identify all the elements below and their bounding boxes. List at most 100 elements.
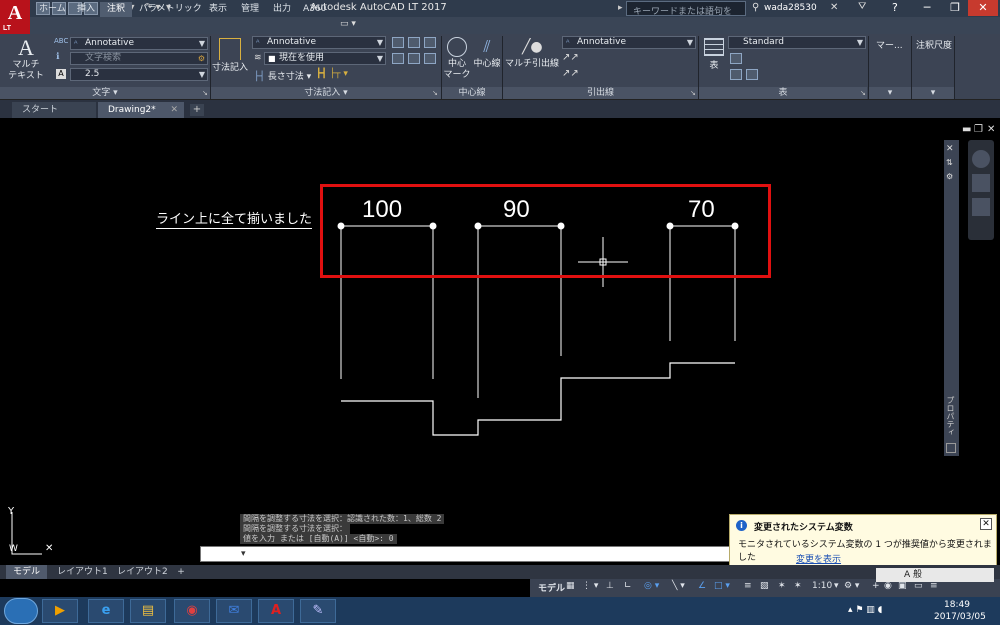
file-explorer-icon[interactable]: ▤ (130, 599, 166, 623)
link-data-icon[interactable] (730, 69, 742, 80)
tab-layout1[interactable]: レイアウト1 (50, 565, 115, 579)
viewport-minimize-icon[interactable]: ▬ (962, 124, 971, 135)
close-icon[interactable]: ✕ (170, 102, 178, 118)
spell-check-icon[interactable]: ABC (54, 37, 68, 45)
tray-icons[interactable]: ▴ ⚑ ▥ ◖ (848, 605, 882, 615)
start-button[interactable] (4, 598, 38, 624)
multileader-button[interactable]: ╱● マルチ引出線 (504, 36, 560, 70)
dim-update-icon[interactable] (424, 53, 436, 64)
viewport-restore-icon[interactable]: ❐ (974, 124, 983, 135)
tab-drawing2[interactable]: Drawing2* ✕ (98, 102, 184, 118)
linear-dimension-button[interactable]: ├┤ 長さ寸法 ▾ (254, 69, 311, 82)
dimension-layer-combo[interactable]: ■ 現在を使用 ▼ (264, 52, 386, 65)
auto-scale-icon[interactable]: ✶ (794, 581, 802, 591)
add-layout-button[interactable]: + (174, 565, 188, 579)
multileader-style-combo[interactable]: ᴬ Annotative ▼ (562, 36, 696, 49)
ortho-icon[interactable]: ∟ (624, 581, 632, 591)
autocad-taskbar-icon[interactable]: A (258, 599, 294, 623)
dimension-panel-label[interactable]: 寸法記入 ▾ (211, 87, 441, 99)
model-space-button[interactable]: モデル (538, 581, 565, 594)
add-icon[interactable]: + (872, 581, 880, 591)
mail-icon[interactable]: ✉ (216, 599, 252, 623)
step-polyline[interactable] (341, 362, 735, 436)
polar-icon[interactable]: ◎ ▾ (644, 581, 659, 591)
dimension-button[interactable]: 寸法記入 (212, 36, 248, 74)
download-data-icon[interactable] (746, 69, 758, 80)
isodraft-icon[interactable]: ╲ ▾ (672, 581, 685, 591)
tab-output[interactable]: 出力 (266, 2, 298, 17)
workspace-gear-icon[interactable]: ⚙ ▾ (844, 581, 859, 591)
new-tab-button[interactable]: + (190, 104, 204, 116)
clock-time[interactable]: 18:49 (944, 600, 970, 610)
zoom-icon[interactable] (972, 198, 990, 216)
find-text-input[interactable]: 文字検索 ⚙ (70, 52, 208, 65)
steering-wheel-icon[interactable] (972, 150, 990, 168)
text-panel-label[interactable]: 文字 ▾ (0, 87, 210, 99)
expand-search-icon[interactable]: ▸ (618, 3, 623, 13)
object-snap-icon[interactable]: □ ▾ (714, 581, 730, 591)
snap-icon[interactable]: ⋮ ▾ (582, 581, 598, 591)
object-snap-tracking-icon[interactable]: ∠ (698, 581, 706, 591)
text-style-combo[interactable]: ᴬ Annotative ▼ (70, 37, 208, 50)
dim-jog-icon[interactable] (408, 53, 420, 64)
panel-launcher-icon[interactable]: ↘ (432, 89, 438, 97)
help-icon[interactable]: ? (892, 1, 898, 14)
palette-close-icon[interactable]: ✕ (946, 144, 954, 154)
isolate-objects-icon[interactable]: ◉ (884, 581, 892, 591)
center-mark-button[interactable]: 中心 マーク (443, 36, 471, 81)
internet-explorer-icon[interactable]: e (88, 599, 124, 623)
tab-start[interactable]: スタート (12, 102, 96, 118)
clock-date[interactable]: 2017/03/05 (934, 612, 986, 622)
palette-autohide-icon[interactable]: ⇅ (946, 158, 953, 167)
hardware-acceleration-icon[interactable]: ▣ (898, 581, 907, 591)
markup-panel-dropdown[interactable]: ▾ (869, 87, 911, 99)
text-height-combo[interactable]: 2.5 ▼ (70, 68, 208, 81)
palette-settings-icon[interactable]: ⚙ (946, 172, 953, 181)
tab-parametric[interactable]: パラメトリック (132, 2, 209, 17)
viewport-close-icon[interactable]: ✕ (987, 124, 995, 135)
paint-icon[interactable]: ✎ (300, 599, 336, 623)
panel-launcher-icon[interactable]: ↘ (860, 89, 866, 97)
palette-toggle-icon[interactable] (946, 443, 956, 453)
markup-panel-title[interactable]: マー... (876, 38, 903, 51)
media-player-icon[interactable]: ▶ (42, 599, 78, 623)
application-menu-button[interactable]: A LT (0, 0, 30, 34)
restore-window-button[interactable]: ❐ (940, 0, 970, 16)
annotation-scale-dropdown[interactable]: ▾ (912, 87, 954, 99)
close-icon[interactable]: ✕ (980, 518, 992, 530)
minimize-window-button[interactable]: ─ (912, 0, 942, 16)
dim-break-icon[interactable] (392, 37, 404, 48)
tab-manage[interactable]: 管理 (234, 2, 266, 17)
exchange-icon[interactable]: ✕ (830, 2, 838, 13)
multiline-text-button[interactable]: A マルチ テキスト (6, 36, 46, 82)
grid-icon[interactable]: ▦ (566, 581, 575, 591)
binoculars-icon[interactable]: ⚲ (752, 2, 759, 13)
annotation-scale-value[interactable]: 1:10 (812, 581, 832, 591)
extract-data-icon[interactable] (730, 53, 742, 64)
annotation-visibility-icon[interactable]: ✶ (778, 581, 786, 591)
dim-continue-icon[interactable] (392, 53, 404, 64)
dim-adjust-space-icon[interactable] (408, 37, 420, 48)
clean-screen-icon[interactable]: ▭ (914, 581, 923, 591)
table-button[interactable]: 表 (702, 36, 726, 72)
infer-constraints-icon[interactable]: ⊥ (606, 581, 614, 591)
a360-icon[interactable]: ⛛ (858, 1, 866, 12)
tab-home[interactable]: ホーム (32, 2, 73, 17)
add-leader-icon[interactable]: ↗↗ (562, 52, 579, 63)
transparency-icon[interactable]: ▧ (760, 581, 769, 591)
command-input[interactable]: ▾ (200, 546, 730, 562)
ime-language-bar[interactable]: A 般 (876, 568, 994, 582)
tab-layout2[interactable]: レイアウト2 (110, 565, 175, 579)
customize-icon[interactable]: ≡ (930, 581, 938, 591)
centerline-button[interactable]: ⫽ 中心線 (472, 36, 502, 70)
tab-a360[interactable]: A360 (296, 2, 333, 17)
quick-dimension-icon[interactable]: ┣┫ ├┬ ▾ (316, 69, 348, 79)
sign-in-user[interactable]: wada28530 (764, 3, 817, 13)
lineweight-icon[interactable]: ≡ (744, 581, 752, 591)
help-search-input[interactable]: キーワードまたは語句を入力 (626, 1, 746, 30)
tab-annotate[interactable]: 注釈 (100, 2, 133, 17)
table-style-combo[interactable]: Standard ▼ (728, 36, 866, 49)
chevron-down-icon[interactable]: ▾ (834, 581, 839, 591)
tab-view[interactable]: 表示 (202, 2, 234, 17)
chrome-icon[interactable]: ◉ (174, 599, 210, 623)
